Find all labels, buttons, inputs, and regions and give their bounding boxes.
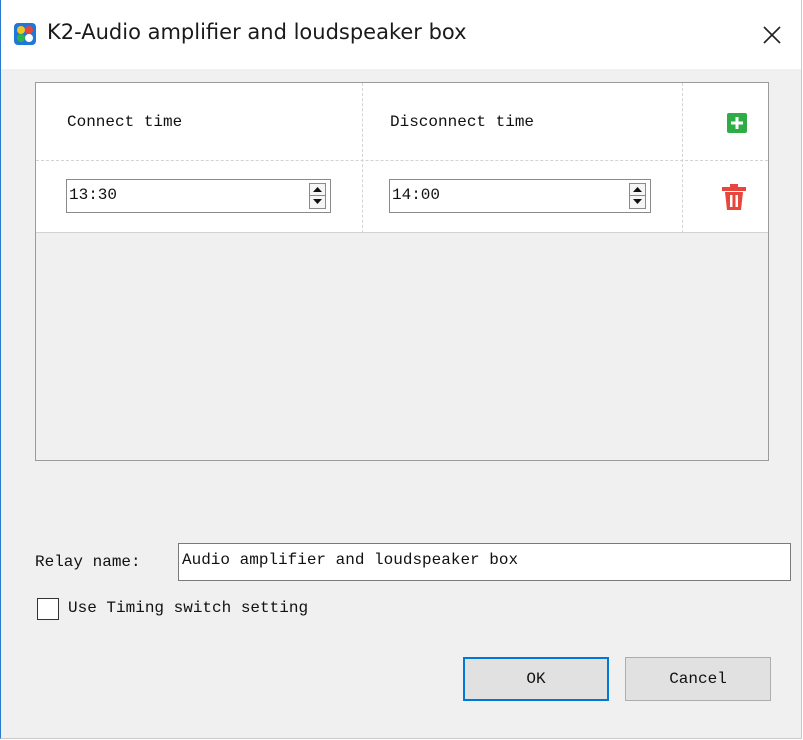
connect-time-spin-buttons[interactable] xyxy=(309,183,326,209)
use-timing-checkbox[interactable] xyxy=(37,598,59,620)
title-bar: K2-Audio amplifier and loudspeaker box xyxy=(1,0,801,69)
relay-name-field[interactable] xyxy=(178,543,791,581)
decrement-button[interactable] xyxy=(630,196,645,208)
app-logo-icon xyxy=(14,23,36,45)
caret-down-icon xyxy=(313,199,322,204)
column-divider xyxy=(362,83,363,233)
caret-up-icon xyxy=(633,186,642,192)
close-icon xyxy=(763,25,781,44)
relay-name-label: Relay name: xyxy=(35,553,141,571)
connect-time-header: Connect time xyxy=(67,113,183,131)
add-row-button[interactable] xyxy=(727,113,747,133)
dialog-window: K2-Audio amplifier and loudspeaker box C… xyxy=(0,0,802,739)
schedule-table: Connect time Disconnect time xyxy=(35,82,769,461)
ok-button[interactable]: OK xyxy=(463,657,609,701)
delete-row-icon xyxy=(722,184,746,210)
connect-time-spinbox[interactable] xyxy=(66,179,331,213)
increment-button[interactable] xyxy=(630,184,645,196)
connect-time-input[interactable] xyxy=(69,182,249,208)
column-divider xyxy=(682,83,683,233)
increment-button[interactable] xyxy=(310,184,325,196)
add-row-icon xyxy=(727,113,747,133)
disconnect-time-input[interactable] xyxy=(392,182,572,208)
delete-row-button[interactable] xyxy=(722,184,746,210)
table-header-row: Connect time Disconnect time xyxy=(36,83,768,161)
disconnect-time-spin-buttons[interactable] xyxy=(629,183,646,209)
disconnect-time-spinbox[interactable] xyxy=(389,179,651,213)
caret-up-icon xyxy=(313,186,322,192)
close-button[interactable] xyxy=(743,0,801,69)
decrement-button[interactable] xyxy=(310,196,325,208)
use-timing-label: Use Timing switch setting xyxy=(68,599,309,617)
cancel-button[interactable]: Cancel xyxy=(625,657,771,701)
relay-name-input[interactable] xyxy=(182,551,782,569)
disconnect-time-header: Disconnect time xyxy=(390,113,535,131)
window-title: K2-Audio amplifier and loudspeaker box xyxy=(47,20,467,44)
caret-down-icon xyxy=(633,199,642,204)
